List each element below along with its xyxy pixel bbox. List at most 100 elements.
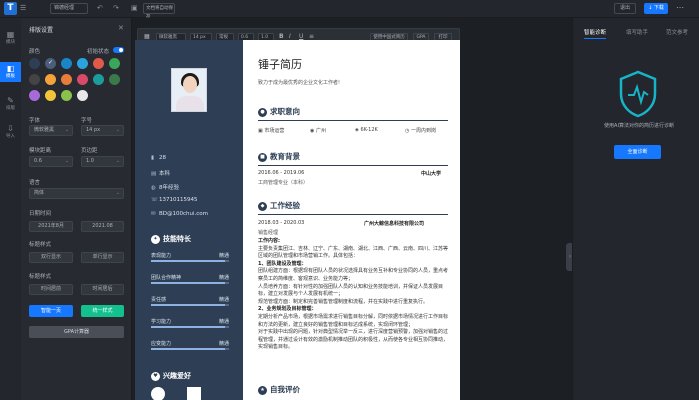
nav-item-templates[interactable]: ◧ 模板 <box>0 62 21 82</box>
edu-period[interactable]: 2016.06 - 2019.06 <box>258 170 304 176</box>
skill-item[interactable]: 表现能力 精通 <box>151 252 229 262</box>
info-degree[interactable]: ▤ 本科 <box>151 169 170 177</box>
tab-assistant[interactable]: 填写助手 <box>626 28 648 36</box>
redo-icon[interactable]: ↷ <box>113 4 119 12</box>
work-role[interactable]: 销售经理 <box>258 229 278 236</box>
menu-icon[interactable]: ☰ <box>20 4 26 12</box>
info-age[interactable]: ▮ 28 <box>151 155 166 161</box>
resume-motto[interactable]: 致力于成为最优秀的企业文化工作者! <box>258 79 340 86</box>
skill-name: 团队合作精神 <box>151 275 182 281</box>
intent-job[interactable]: ▣ 市场运营 <box>258 127 284 134</box>
unify-style-button[interactable]: 统一样式 <box>81 305 124 317</box>
color-swatch[interactable] <box>109 74 120 85</box>
smart-one-page-button[interactable]: 智能一页 <box>29 305 73 317</box>
app-logo[interactable]: T <box>4 2 17 15</box>
hobby-icon: ♥ <box>151 371 160 381</box>
color-swatch[interactable] <box>77 90 88 101</box>
edu-title[interactable]: ■ 教育背景 <box>258 151 300 162</box>
document-name-input[interactable]: 锦德经理 <box>50 3 88 14</box>
align-icon[interactable]: ≡ <box>309 33 314 40</box>
mail-icon: ✉ <box>151 211 156 217</box>
skill-item[interactable]: 学习能力 精通 <box>151 318 229 328</box>
color-swatch[interactable] <box>45 58 56 69</box>
skill-item[interactable]: 应变能力 精通 <box>151 340 229 350</box>
self-eval-title[interactable]: ★ 自我评价 <box>258 384 300 395</box>
download-button[interactable]: ↓ 下载 <box>644 3 668 14</box>
color-swatch[interactable] <box>93 58 104 69</box>
work-content[interactable]: 工作内容: 主要负责集团江、吉林、辽宁、广东、湖南、湖北、江西、广西、云南、四川… <box>258 238 448 352</box>
intent-title[interactable]: ● 求职意向 <box>258 106 300 117</box>
skills-title[interactable]: ✦ 技能特长 <box>151 234 191 244</box>
time-first-option[interactable]: 时间居前 <box>29 284 73 295</box>
info-experience[interactable]: ◍ 8年经验 <box>151 183 179 191</box>
resume-name[interactable]: 锤子简历 <box>258 56 302 72</box>
color-swatch[interactable] <box>45 90 56 101</box>
hobby-square-icon <box>187 387 201 400</box>
tab-diagnosis[interactable]: 智能诊断 <box>584 28 606 36</box>
size-value: 14 px <box>86 127 101 133</box>
diagnosis-description: 使用AI算法对你的简历进行诊断 <box>604 123 674 129</box>
full-diagnosis-button[interactable]: 全面诊断 <box>614 145 661 159</box>
module-spacing-select[interactable]: 0.6 ⌄ <box>29 156 73 167</box>
save-icon[interactable]: ▣ <box>131 4 138 12</box>
color-swatch[interactable] <box>61 74 72 85</box>
layout-settings-panel: 排版设置 ✕ 颜色 初始状态 字体 字号 微软雅黑 ⌄ 14 px ⌄ 模块距离 页… <box>21 18 132 400</box>
init-state-toggle[interactable] <box>113 47 124 53</box>
work-period[interactable]: 2018.03 - 2020.03 <box>258 220 304 226</box>
intent-salary[interactable]: ◈ 6K-12K <box>355 127 378 133</box>
work-title[interactable]: ◆ 工作经验 <box>258 200 300 211</box>
color-swatch[interactable] <box>29 74 40 85</box>
skill-item[interactable]: 责任感 精通 <box>151 296 229 306</box>
nav-item-modules[interactable]: ▦ 模块 <box>0 28 21 48</box>
title-style-double[interactable]: 双行显示 <box>29 252 73 263</box>
line-spacing-select[interactable]: 1.0 ⌄ <box>81 156 124 167</box>
font-value: 微软雅黑 <box>34 127 55 133</box>
font-select[interactable]: 微软雅黑 ⌄ <box>29 125 73 136</box>
nav-item-layout[interactable]: ✎ 排版 <box>0 94 21 114</box>
italic-icon[interactable]: I <box>289 33 291 40</box>
intent-arrival[interactable]: ◷ 一周内到岗 <box>405 127 436 134</box>
edu-school[interactable]: 中山大学 <box>421 170 441 177</box>
date-format-a[interactable]: 2021年8月 <box>29 221 73 232</box>
intent-city[interactable]: ◉ 广州 <box>310 127 326 134</box>
work-company[interactable]: 广州大鲸信息科技有限公司 <box>364 220 424 227</box>
grid-icon[interactable]: ▦ <box>144 33 150 40</box>
skill-bar <box>151 260 229 262</box>
bar-chart-icon: ▮ <box>151 155 155 161</box>
profile-photo[interactable] <box>171 68 207 112</box>
left-nav: ▦ 模块 ◧ 模板 ✎ 排版 ⇩ 导入 <box>0 18 21 400</box>
title-style-single[interactable]: 单行显示 <box>81 252 124 263</box>
chevron-down-icon: ⌄ <box>64 158 69 164</box>
more-icon[interactable]: ⋯ <box>676 3 684 12</box>
date-format-b[interactable]: 2021.08 <box>81 221 124 232</box>
color-swatch[interactable] <box>77 58 88 69</box>
gpa-calculator-button[interactable]: GPA计算器 <box>29 326 124 338</box>
bold-icon[interactable]: B <box>279 33 284 40</box>
color-swatch[interactable] <box>45 74 56 85</box>
info-phone[interactable]: ☏13710115945 <box>151 197 198 203</box>
lang-label: 语言 <box>29 180 41 186</box>
time-last-option[interactable]: 时间居后 <box>81 284 124 295</box>
lang-select[interactable]: 简体 ⌄ <box>29 188 124 199</box>
nav-label: 导入 <box>6 134 15 139</box>
edu-major[interactable]: 工商管理专业（本科） <box>258 179 308 186</box>
skill-name: 责任感 <box>151 297 167 303</box>
exit-button[interactable]: 退出 <box>614 3 636 14</box>
color-swatch[interactable] <box>61 90 72 101</box>
hobby-title[interactable]: ♥ 兴趣爱好 <box>151 371 191 381</box>
underline-icon[interactable]: U <box>299 33 303 40</box>
skill-bar-fill <box>151 260 226 262</box>
color-swatch[interactable] <box>109 58 120 69</box>
color-swatch[interactable] <box>29 58 40 69</box>
size-select[interactable]: 14 px ⌄ <box>81 125 124 136</box>
color-swatch[interactable] <box>29 90 40 101</box>
color-swatch[interactable] <box>61 58 72 69</box>
color-swatch[interactable] <box>93 74 104 85</box>
skill-item[interactable]: 团队合作精神 精通 <box>151 274 229 284</box>
close-icon[interactable]: ✕ <box>118 24 124 32</box>
undo-icon[interactable]: ↶ <box>97 4 103 12</box>
info-email[interactable]: ✉ BD@100chui.com <box>151 211 208 217</box>
color-swatch[interactable] <box>77 74 88 85</box>
nav-item-import[interactable]: ⇩ 导入 <box>0 122 21 142</box>
tab-samples[interactable]: 范文参考 <box>666 28 688 36</box>
